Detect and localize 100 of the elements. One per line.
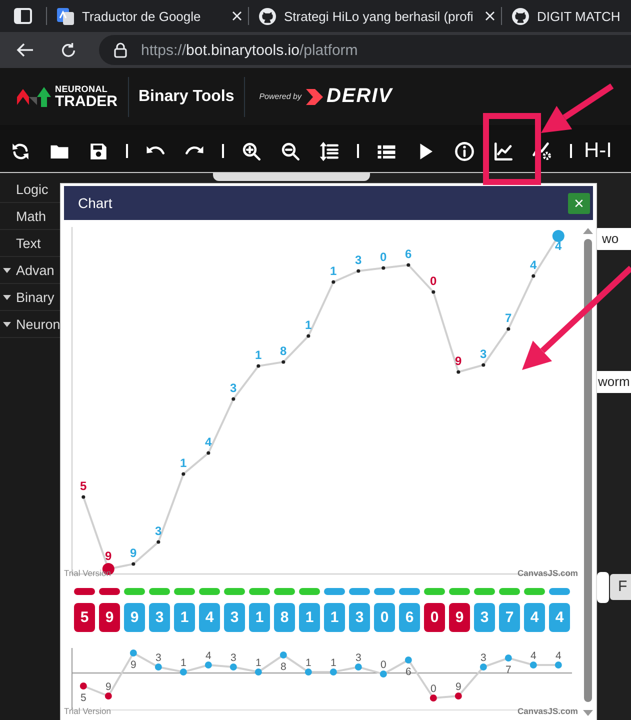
data-label: 9: [455, 681, 462, 693]
input-field[interactable]: worm: [597, 371, 631, 393]
data-point: [132, 562, 136, 566]
info-icon[interactable]: [454, 140, 475, 162]
sidebar-icon[interactable]: [14, 8, 32, 24]
data-label: 4: [205, 435, 212, 449]
line-spacing-icon[interactable]: [319, 140, 340, 162]
data-point: [530, 662, 537, 668]
input-field[interactable]: wo: [594, 228, 631, 250]
data-label: 0: [380, 659, 386, 671]
translate-icon: [57, 8, 74, 24]
digit-tile: 3: [474, 603, 495, 632]
digit-tile: 1: [299, 603, 320, 632]
data-point: [482, 363, 486, 367]
data-point: [382, 266, 386, 270]
cat-logo-icon: [512, 8, 529, 24]
data-point: [432, 290, 436, 294]
block-button[interactable]: F: [610, 574, 631, 600]
data-label: 1: [255, 657, 262, 669]
data-point: [380, 670, 387, 678]
data-label: 4: [555, 239, 562, 253]
chart-gear-icon[interactable]: [532, 140, 553, 162]
data-point: [354, 664, 362, 670]
data-label: 3: [480, 347, 487, 361]
back-icon[interactable]: [16, 42, 34, 58]
data-label: 4: [530, 258, 537, 272]
data-label: 1: [180, 657, 186, 669]
browser-tab[interactable]: DIGIT MATCH: [502, 0, 626, 32]
digit-tile: 4: [524, 603, 545, 632]
data-label: 3: [480, 652, 486, 664]
data-point: [104, 692, 112, 700]
refresh-icon[interactable]: [10, 140, 31, 162]
data-point: [256, 364, 260, 368]
data-point: [182, 472, 186, 476]
data-point: [552, 230, 564, 242]
data-point: [306, 334, 310, 338]
powered-by-text: Powered by: [259, 92, 302, 101]
data-label: 3: [155, 524, 162, 538]
data-label: 1: [330, 657, 336, 669]
data-label: 8: [280, 661, 286, 673]
browser-tab[interactable]: Traductor de Google: [47, 0, 248, 32]
data-label: 4: [530, 650, 536, 662]
digit-tile: 9: [449, 603, 470, 632]
data-label: 3: [355, 652, 362, 664]
digit-tile: 9: [124, 603, 145, 632]
close-button[interactable]: ×: [568, 192, 590, 214]
data-label: 1: [305, 318, 312, 332]
lock-icon: [114, 42, 127, 58]
line-chart-icon[interactable]: [493, 140, 514, 162]
toolbar-text: H-I: [584, 139, 612, 163]
digit-tile: 3: [349, 603, 370, 632]
data-point: [356, 269, 360, 273]
digit-tile: 8: [274, 603, 295, 632]
data-point: [254, 668, 262, 676]
close-icon[interactable]: [232, 11, 242, 21]
credit-text: Trial Version: [64, 706, 111, 716]
digit-tile: 4: [199, 603, 220, 632]
data-label: 1: [255, 348, 262, 362]
data-label: 1: [180, 456, 187, 470]
zoom-out-icon[interactable]: [280, 140, 301, 162]
digit-tile: 9: [99, 603, 120, 632]
digit-tile: 0: [424, 603, 445, 632]
chevron-logo-icon: [306, 88, 324, 104]
data-point: [156, 540, 160, 544]
data-point: [554, 662, 562, 668]
data-point: [406, 263, 410, 267]
data-point: [180, 668, 187, 676]
credit-text: Trial Version: [64, 568, 111, 578]
data-point: [230, 664, 237, 670]
data-label: 9: [105, 681, 112, 693]
logo-text: NEURONAL: [55, 84, 109, 94]
address-field[interactable]: https://bot.binarytools.io/platform: [99, 35, 631, 65]
data-point: [282, 360, 286, 364]
data-label: 0: [430, 274, 437, 288]
data-label: 6: [405, 247, 412, 261]
digit-tile: 4: [549, 603, 570, 632]
data-point: [80, 682, 87, 690]
scrollbar[interactable]: [583, 228, 593, 716]
data-label: 0: [430, 683, 436, 695]
data-label: 3: [230, 652, 236, 664]
data-point: [332, 280, 336, 284]
digit-tile: 7: [499, 603, 520, 632]
digit-tile: 6: [399, 603, 420, 632]
data-label: 7: [505, 311, 512, 325]
data-point: [130, 650, 137, 656]
browser-tab[interactable]: Strategi HiLo yang berhasil (profi: [249, 0, 501, 32]
data-label: 5: [80, 692, 86, 704]
zoom-in-icon[interactable]: [241, 140, 262, 162]
data-label: 1: [305, 657, 312, 669]
input-field[interactable]: [597, 572, 609, 603]
cat-logo-icon: [259, 8, 276, 24]
data-label: 9: [105, 549, 112, 563]
close-icon[interactable]: [485, 11, 495, 21]
reload-icon[interactable]: [60, 42, 77, 58]
data-point: [480, 664, 487, 670]
data-label: 9: [455, 354, 462, 368]
data-point: [532, 274, 536, 278]
data-point: [330, 668, 337, 676]
data-point: [82, 495, 86, 499]
data-label: 3: [355, 253, 362, 267]
